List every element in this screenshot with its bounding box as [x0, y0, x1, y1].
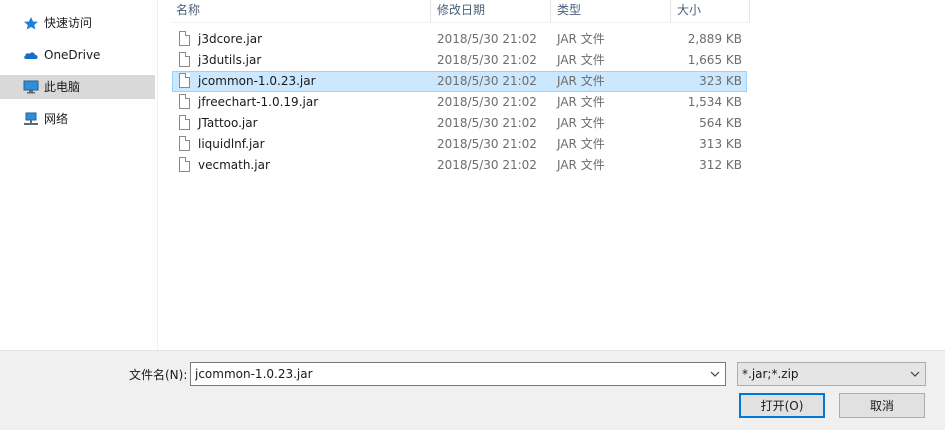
- file-size: 313 KB: [699, 137, 742, 151]
- nav-item-this-pc[interactable]: 此电脑: [0, 75, 155, 99]
- nav-item-label: OneDrive: [44, 48, 101, 62]
- file-name: liquidlnf.jar: [198, 137, 265, 151]
- file-row[interactable]: j3dutils.jar 2018/5/30 21:02 JAR 文件 1,66…: [172, 50, 747, 71]
- file-type: JAR 文件: [557, 95, 605, 109]
- file-name: j3dutils.jar: [198, 53, 262, 67]
- file-row[interactable]: jfreechart-1.0.19.jar 2018/5/30 21:02 JA…: [172, 92, 747, 113]
- file-type: JAR 文件: [557, 53, 605, 67]
- jar-file-icon: [179, 157, 190, 172]
- this-pc-monitor-icon: [23, 80, 39, 94]
- column-header-size[interactable]: 大小: [671, 0, 749, 22]
- file-type: JAR 文件: [557, 158, 605, 172]
- file-name: jcommon-1.0.23.jar: [198, 74, 316, 88]
- file-row-selected[interactable]: jcommon-1.0.23.jar 2018/5/30 21:02 JAR 文…: [172, 71, 747, 92]
- jar-file-icon: [179, 136, 190, 151]
- file-name: jfreechart-1.0.19.jar: [198, 95, 319, 109]
- quick-access-star-icon: [24, 17, 38, 30]
- file-size: 312 KB: [699, 158, 742, 172]
- column-header-label: 大小: [677, 3, 702, 17]
- jar-file-icon: [179, 73, 190, 88]
- file-type-filter-select[interactable]: *.jar;*.zip: [737, 362, 926, 386]
- file-date: 2018/5/30 21:02: [437, 137, 537, 151]
- file-row[interactable]: liquidlnf.jar 2018/5/30 21:02 JAR 文件 313…: [172, 134, 747, 155]
- file-date: 2018/5/30 21:02: [437, 74, 537, 88]
- filename-input[interactable]: [190, 362, 726, 386]
- file-date: 2018/5/30 21:02: [437, 95, 537, 109]
- column-header-label: 修改日期: [437, 3, 486, 17]
- filename-label: 文件名(N):: [129, 368, 188, 382]
- file-type-filter-value: *.jar;*.zip: [742, 367, 799, 381]
- file-date: 2018/5/30 21:02: [437, 32, 537, 46]
- nav-item-onedrive[interactable]: OneDrive: [0, 43, 155, 67]
- file-date: 2018/5/30 21:02: [437, 158, 537, 172]
- chevron-down-icon[interactable]: [706, 363, 724, 385]
- column-divider[interactable]: [749, 0, 750, 22]
- cancel-button[interactable]: 取消: [839, 393, 925, 418]
- nav-item-label: 快速访问: [44, 16, 93, 30]
- header-divider: [170, 22, 750, 23]
- file-date: 2018/5/30 21:02: [437, 53, 537, 67]
- jar-file-icon: [179, 52, 190, 67]
- file-type: JAR 文件: [557, 116, 605, 130]
- nav-item-quick-access[interactable]: 快速访问: [0, 11, 155, 35]
- file-size: 2,889 KB: [687, 32, 742, 46]
- column-header-type[interactable]: 类型: [551, 0, 670, 22]
- dialog-footer: 文件名(N): *.jar;*.zip 打开(O) 取消: [0, 350, 945, 430]
- file-name: JTattoo.jar: [198, 116, 258, 130]
- column-header-label: 类型: [557, 3, 582, 17]
- file-type: JAR 文件: [557, 32, 605, 46]
- file-type: JAR 文件: [557, 137, 605, 151]
- chevron-down-icon: [910, 371, 920, 377]
- file-row[interactable]: vecmath.jar 2018/5/30 21:02 JAR 文件 312 K…: [172, 155, 747, 176]
- file-type: JAR 文件: [557, 74, 605, 88]
- file-name: vecmath.jar: [198, 158, 270, 172]
- column-header-name[interactable]: 名称: [170, 0, 430, 22]
- jar-file-icon: [179, 31, 190, 46]
- network-icon: [24, 112, 38, 125]
- file-size: 323 KB: [699, 74, 742, 88]
- file-size: 564 KB: [699, 116, 742, 130]
- file-size: 1,534 KB: [687, 95, 742, 109]
- onedrive-cloud-icon: [24, 52, 38, 59]
- file-size: 1,665 KB: [687, 53, 742, 67]
- column-header-label: 名称: [176, 3, 201, 17]
- navigation-pane: 快速访问 OneDrive 此电脑 网络: [0, 0, 158, 350]
- file-row[interactable]: j3dcore.jar 2018/5/30 21:02 JAR 文件 2,889…: [172, 29, 747, 50]
- jar-file-icon: [179, 115, 190, 130]
- nav-item-label: 此电脑: [44, 80, 81, 94]
- file-name: j3dcore.jar: [198, 32, 263, 46]
- nav-item-label: 网络: [44, 112, 69, 126]
- file-row[interactable]: JTattoo.jar 2018/5/30 21:02 JAR 文件 564 K…: [172, 113, 747, 134]
- nav-item-network[interactable]: 网络: [0, 107, 155, 131]
- jar-file-icon: [179, 94, 190, 109]
- file-date: 2018/5/30 21:02: [437, 116, 537, 130]
- column-header-date[interactable]: 修改日期: [431, 0, 550, 22]
- open-button[interactable]: 打开(O): [739, 393, 825, 418]
